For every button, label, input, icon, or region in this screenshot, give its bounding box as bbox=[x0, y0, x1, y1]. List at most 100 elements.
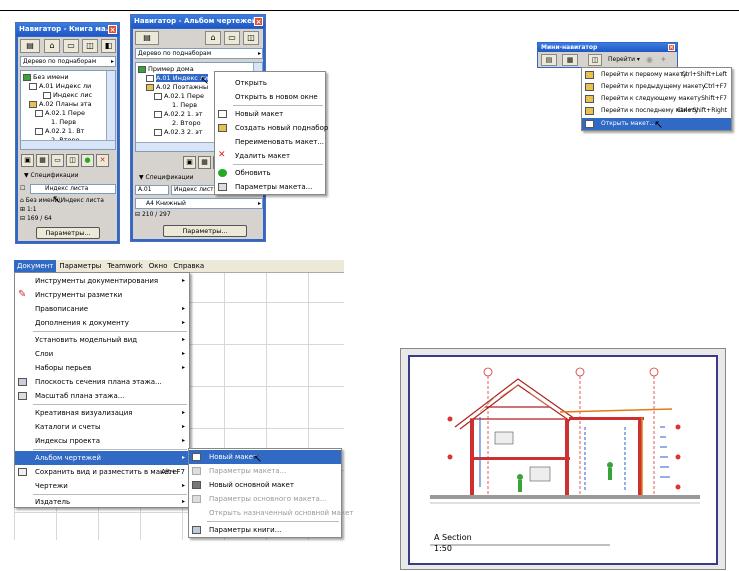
close-icon[interactable]: × bbox=[254, 17, 263, 26]
menu-item-drawings[interactable]: Чертежи ▸ bbox=[15, 479, 189, 493]
tree-hscrollbar[interactable] bbox=[21, 140, 115, 149]
menu-item-layout-book[interactable]: Альбом чертежей ▸ bbox=[15, 451, 189, 465]
close-icon[interactable]: × bbox=[108, 25, 117, 34]
publisher-icon[interactable]: ◧ bbox=[101, 39, 116, 53]
tree-item[interactable]: A.02.1 Пере bbox=[35, 109, 85, 118]
params-button[interactable]: Параметры... bbox=[163, 225, 247, 237]
tree-vscrollbar[interactable] bbox=[106, 71, 115, 141]
tree-item[interactable]: Индекс лис bbox=[43, 91, 92, 100]
view-mode-value: Дерево по поднаборам bbox=[23, 58, 97, 65]
menu-item-prev-layout[interactable]: Перейти к предыдущему макету Ctrl+F7 bbox=[582, 81, 731, 93]
tree-item[interactable]: A.01 Индекс ли bbox=[146, 74, 209, 83]
view-map-icon[interactable]: ▦ bbox=[562, 54, 578, 66]
menu-item-new-layout[interactable]: Новый макет bbox=[215, 107, 325, 121]
tree-item[interactable]: 2. Второ bbox=[172, 119, 201, 128]
menu-item-project-indexes[interactable]: Индексы проекта ▸ bbox=[15, 434, 189, 448]
menu-item-refresh[interactable]: Обновить bbox=[215, 166, 325, 180]
new-subset-icon[interactable]: ▦ bbox=[198, 156, 211, 169]
home-icon[interactable]: ⌂ bbox=[44, 39, 60, 53]
params-button[interactable]: Параметры... bbox=[36, 227, 100, 239]
book-tree[interactable]: Без имени A.01 Индекс ли Индекс лис A.02… bbox=[20, 70, 116, 150]
menu-item-save-view-place[interactable]: Сохранить вид и разместить в макете Alt+F… bbox=[15, 465, 189, 479]
layout-book-icon[interactable]: ▤ bbox=[20, 39, 40, 53]
menu-item-doc-tools[interactable]: Инструменты документирования ▸ bbox=[15, 274, 189, 288]
tree-item[interactable]: A.02 Планы эта bbox=[29, 100, 92, 109]
menu-item-master-params[interactable]: Параметры основного макета... bbox=[189, 492, 341, 506]
folder-icon[interactable]: ▭ bbox=[63, 39, 79, 53]
menu-item-layers[interactable]: Слои ▸ bbox=[15, 347, 189, 361]
menu-item-first-layout[interactable]: Перейти к первому макету Ctrl+Shift+Left bbox=[582, 69, 731, 81]
folder-icon[interactable]: ▭ bbox=[224, 31, 240, 45]
master-icon[interactable]: ◫ bbox=[66, 154, 79, 167]
next-icon[interactable]: ✦ bbox=[660, 55, 667, 64]
tree-item[interactable]: A.01 Индекс ли bbox=[29, 82, 91, 91]
format-select[interactable]: A4 Книжный ▸ bbox=[135, 198, 263, 209]
spec-toggle[interactable]: ▼ Спецификации bbox=[24, 172, 79, 180]
menu-item-new-master[interactable]: Новый основной макет bbox=[189, 478, 341, 492]
menu-item-spelling[interactable]: Правописание ▸ bbox=[15, 302, 189, 316]
tree-item[interactable]: Пример дома bbox=[138, 65, 194, 74]
refresh-icon[interactable]: ● bbox=[81, 154, 94, 167]
tree-item[interactable]: Без имени bbox=[23, 73, 69, 82]
menu-item-cut-plane[interactable]: Плоскость сечения плана этажа... bbox=[15, 375, 189, 389]
menu-item-label: Параметры основного макета... bbox=[209, 495, 327, 503]
tree-item[interactable]: A.02.2 1. Вт bbox=[35, 127, 84, 136]
menu-item-delete[interactable]: ✕ Удалить макет bbox=[215, 149, 325, 163]
id-checkbox[interactable]: ☐ bbox=[20, 185, 25, 193]
tree-item[interactable]: A.02.1 Пере bbox=[154, 92, 204, 101]
tree-item[interactable]: 1. Перв bbox=[51, 118, 76, 127]
view-map-icon[interactable]: ◫ bbox=[243, 31, 259, 45]
menu-item-rename[interactable]: Переименовать макет... bbox=[215, 135, 325, 149]
tree-item[interactable]: A.02 Поэтажны bbox=[146, 83, 208, 92]
tree-item[interactable]: A.02.2 1. эт bbox=[154, 110, 203, 119]
menu-item-markup-tools[interactable]: ✎ Инструменты разметки bbox=[15, 288, 189, 302]
menu-item-plan-scale[interactable]: Масштаб плана этажа... bbox=[15, 389, 189, 403]
prev-icon[interactable]: ◉ bbox=[646, 55, 653, 64]
view-map-icon[interactable]: ◫ bbox=[82, 39, 98, 53]
menu-item-new-subset[interactable]: Создать новый поднабор bbox=[215, 121, 328, 135]
close-icon[interactable]: × bbox=[668, 44, 675, 51]
new-subset-icon[interactable]: ▦ bbox=[36, 154, 49, 167]
home-icon[interactable]: ⌂ bbox=[205, 31, 221, 45]
delete-icon[interactable]: ✕ bbox=[96, 154, 109, 167]
layout-icon[interactable]: ◫ bbox=[588, 54, 602, 66]
menu-item-book-params[interactable]: Параметры книги... bbox=[189, 523, 341, 537]
menu-item-last-layout[interactable]: Перейти к последнему макету Ctrl+Shift+Ri… bbox=[582, 105, 731, 117]
menu-item-publisher[interactable]: Издатель ▸ bbox=[15, 495, 189, 509]
view-mode-select[interactable]: Дерево по поднаборам ▸ bbox=[135, 48, 263, 59]
layout-icon bbox=[154, 92, 162, 100]
go-button[interactable]: Перейти ▾ bbox=[608, 56, 640, 63]
layout-book-icon[interactable]: ▤ bbox=[541, 54, 557, 66]
menu-document[interactable]: Документ bbox=[14, 260, 57, 272]
menu-item-model-view[interactable]: Установить модельный вид ▸ bbox=[15, 333, 189, 347]
menu-item-new-layout[interactable]: Новый макет bbox=[189, 450, 341, 464]
menu-item-layout-params[interactable]: Параметры макета... bbox=[189, 464, 341, 478]
menu-teamwork[interactable]: Teamwork bbox=[104, 260, 145, 272]
menu-item-open[interactable]: Открыть bbox=[215, 76, 325, 90]
layout-book-icon[interactable]: ▤ bbox=[135, 31, 159, 45]
tree-item[interactable]: 1. Перв bbox=[172, 101, 197, 110]
layout-sheet[interactable]: A Section 1:50 bbox=[408, 355, 718, 565]
navigator-book-titlebar: Навигатор - Книга ма... × bbox=[16, 23, 119, 36]
folder-icon[interactable]: ▭ bbox=[51, 154, 64, 167]
id-field[interactable]: A.01 bbox=[135, 185, 169, 195]
menu-window[interactable]: Окно bbox=[146, 260, 171, 272]
name-field[interactable]: Индекс листа bbox=[30, 184, 116, 194]
menu-item-layout-params[interactable]: Параметры макета... bbox=[215, 180, 325, 194]
menu-item-creative-imaging[interactable]: Креативная визуализация ▸ bbox=[15, 406, 189, 420]
menu-item-open-new-window[interactable]: Открыть в новом окне bbox=[215, 90, 325, 104]
menu-item-next-layout[interactable]: Перейти к следующему макету Shift+F7 bbox=[582, 93, 731, 105]
view-mode-select[interactable]: Дерево по поднаборам ▸ bbox=[20, 56, 116, 67]
new-layout-icon[interactable]: ▣ bbox=[21, 154, 34, 167]
menu-options[interactable]: Параметры bbox=[56, 260, 104, 272]
menu-item-schedules[interactable]: Каталоги и счеты ▸ bbox=[15, 420, 189, 434]
spec-toggle[interactable]: ▼ Спецификации bbox=[139, 174, 194, 182]
tree-item[interactable]: A.02.3 2. эт bbox=[154, 128, 203, 137]
menu-item-label: Открыть в новом окне bbox=[235, 93, 318, 101]
menu-item-doc-extras[interactable]: Дополнения к документу ▸ bbox=[15, 316, 189, 330]
menu-item-label: Слои bbox=[35, 350, 54, 358]
menu-item-open-master[interactable]: Открыть назначенный основной макет bbox=[189, 506, 354, 520]
menu-item-pen-sets[interactable]: Наборы перьев ▸ bbox=[15, 361, 189, 375]
new-layout-icon[interactable]: ▣ bbox=[183, 156, 196, 169]
menu-help[interactable]: Справка bbox=[170, 260, 207, 272]
